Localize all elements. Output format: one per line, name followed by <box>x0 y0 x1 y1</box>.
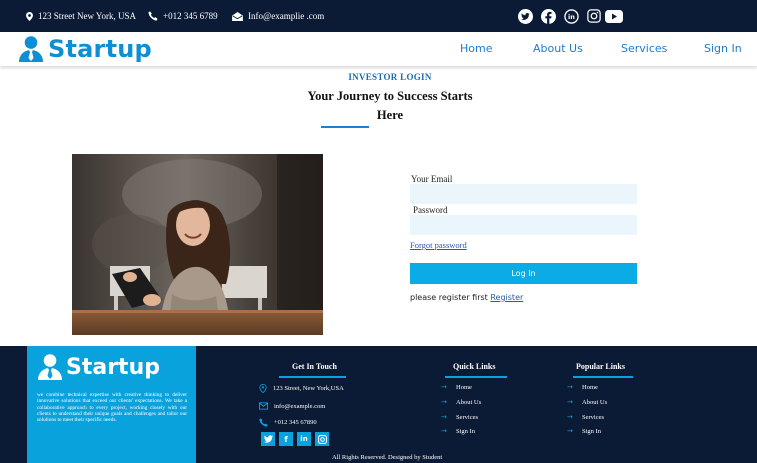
register-prompt-text: please register first <box>410 293 488 302</box>
get-in-touch-underline <box>279 376 346 378</box>
arrow-right-icon: → <box>441 398 447 406</box>
envelope-icon <box>259 402 268 410</box>
facebook-icon[interactable] <box>539 7 557 25</box>
password-input[interactable] <box>410 215 637 235</box>
arrow-right-icon: → <box>567 383 573 391</box>
get-in-touch-heading: Get In Touch <box>292 362 337 371</box>
arrow-right-icon: → <box>567 398 573 406</box>
footer-linkedin-button[interactable]: in <box>297 432 311 446</box>
popular-link-services[interactable]: → Services <box>567 413 604 421</box>
footer-about-text: we combine technical expertise with crea… <box>37 392 187 424</box>
location-pin-icon <box>259 384 267 393</box>
user-tie-icon <box>19 36 43 62</box>
email-label: Your Email <box>411 174 453 184</box>
popular-links-underline <box>573 376 633 378</box>
forgot-password-link[interactable]: Forgot password <box>410 240 467 250</box>
linkedin-icon[interactable]: in <box>562 7 580 25</box>
nav-link-home[interactable]: Home <box>460 32 492 66</box>
register-link[interactable]: Register <box>490 293 523 302</box>
quick-link-label: Home <box>456 383 472 391</box>
password-label: Password <box>413 205 448 215</box>
topbar-email: Info@examplie .com <box>232 0 324 32</box>
footer-twitter-button[interactable] <box>261 432 275 446</box>
svg-text:in: in <box>568 12 575 20</box>
topbar-phone-text: +012 345 6789 <box>163 11 218 21</box>
nav-link-sign-in[interactable]: Sign In <box>704 32 742 66</box>
linkedin-icon: in <box>300 435 308 443</box>
location-pin-icon <box>26 11 33 21</box>
topbar-address-text: 123 Street New York, USA <box>38 11 137 21</box>
phone-icon <box>259 418 268 427</box>
brand-logo[interactable]: Startup <box>19 35 152 63</box>
footer-address: 123 Street, New York,USA <box>259 384 344 393</box>
site-footer: Startup we combine technical expertise w… <box>0 346 757 463</box>
brand-name: Startup <box>48 35 152 63</box>
footer-email-text: info@example.com <box>274 402 326 410</box>
popular-link-label: About Us <box>582 398 608 406</box>
register-prompt: please register first Register <box>410 293 523 302</box>
quick-link-label: About Us <box>456 398 482 406</box>
nav-link-about-us[interactable]: About Us <box>533 32 583 66</box>
envelope-open-icon <box>232 11 243 21</box>
twitter-icon <box>263 435 273 443</box>
footer-brand-name: Startup <box>66 354 160 380</box>
arrow-right-icon: → <box>567 413 573 421</box>
footer-facebook-button[interactable]: f <box>279 432 293 446</box>
footer-brand-panel: Startup we combine technical expertise w… <box>27 346 196 463</box>
arrow-right-icon: → <box>441 383 447 391</box>
popular-link-label: Home <box>582 383 598 391</box>
section-subtitle: INVESTOR LOGIN <box>348 72 432 82</box>
topbar-phone: +012 345 6789 <box>148 0 218 32</box>
phone-icon <box>148 11 158 21</box>
hero-photo <box>72 154 323 335</box>
quick-links-underline <box>445 376 507 378</box>
login-button[interactable]: Log In <box>410 263 637 284</box>
quick-link-sign-in[interactable]: → Sign In <box>441 427 475 435</box>
popular-link-label: Services <box>582 413 605 421</box>
quick-link-services[interactable]: → Services <box>441 413 478 421</box>
title-underline <box>321 126 369 128</box>
top-bar: 123 Street New York, USA +012 345 6789 I… <box>0 0 757 32</box>
instagram-icon <box>317 434 327 444</box>
quick-link-about-us[interactable]: → About Us <box>441 398 481 406</box>
facebook-icon: f <box>284 434 288 444</box>
copyright-text: All Rights Reserved. Designed by Student <box>332 454 443 461</box>
footer-address-text: 123 Street, New York,USA <box>273 385 344 392</box>
popular-links-heading: Popular Links <box>576 362 625 371</box>
topbar-email-text: Info@examplie .com <box>248 11 325 21</box>
footer-brand-logo[interactable]: Startup <box>38 354 160 380</box>
footer-phone-text: +012 345 67890 <box>274 419 317 426</box>
page-title: Your Journey to Success Starts Here <box>307 89 473 122</box>
footer-instagram-button[interactable] <box>315 432 329 446</box>
arrow-right-icon: → <box>567 427 573 435</box>
instagram-icon[interactable] <box>585 7 603 25</box>
nav-link-services[interactable]: Services <box>621 32 667 66</box>
quick-link-label: Services <box>456 413 479 421</box>
main-navbar: Startup Home About Us Services Sign In <box>0 32 757 66</box>
arrow-right-icon: → <box>441 413 447 421</box>
footer-email: info@example.com <box>259 402 325 410</box>
arrow-right-icon: → <box>441 427 447 435</box>
quick-link-home[interactable]: → Home <box>441 383 472 391</box>
popular-link-label: Sign In <box>582 427 601 435</box>
twitter-icon[interactable] <box>516 7 534 25</box>
email-input[interactable] <box>410 184 637 204</box>
popular-link-sign-in[interactable]: → Sign In <box>567 427 601 435</box>
user-tie-icon <box>38 354 62 380</box>
popular-link-home[interactable]: → Home <box>567 383 598 391</box>
footer-phone: +012 345 67890 <box>259 418 317 427</box>
topbar-address: 123 Street New York, USA <box>26 0 136 32</box>
quick-links-heading: Quick Links <box>453 362 496 371</box>
quick-link-label: Sign In <box>456 427 475 435</box>
youtube-icon[interactable] <box>604 7 624 25</box>
popular-link-about-us[interactable]: → About Us <box>567 398 607 406</box>
